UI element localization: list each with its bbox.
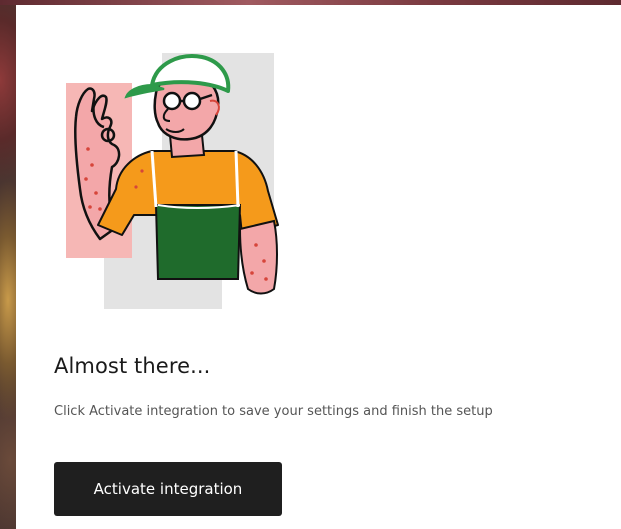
waving-person-illustration [66,53,279,309]
dialog-title: Almost there... [54,354,211,378]
activate-integration-button[interactable]: Activate integration [54,462,282,516]
integration-dialog: Almost there... Click Activate integrati… [16,5,621,529]
dialog-description: Click Activate integration to save your … [54,404,493,419]
